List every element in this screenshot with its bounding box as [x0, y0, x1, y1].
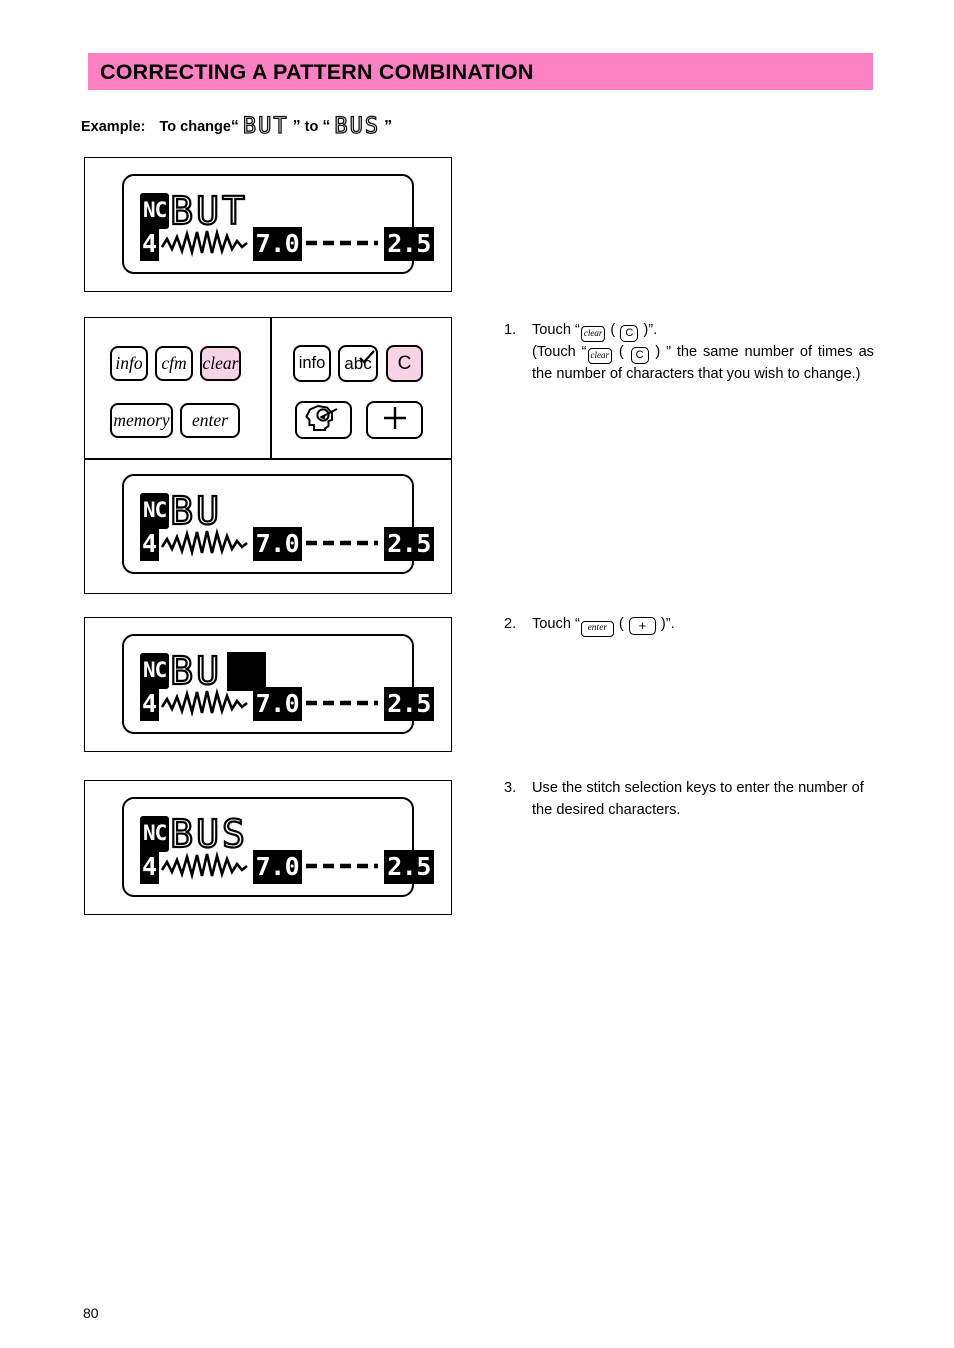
instruction-3: 3. Use the stitch selection keys to ente…	[504, 778, 876, 821]
page-title: CORRECTING A PATTERN COMBINATION	[100, 60, 534, 84]
instruction-text-2: (Touch “	[532, 344, 587, 360]
lcd-status-row-3: 4 7.0 2.5	[140, 686, 434, 722]
instruction-2: 2. Touch “enter ( + )”.	[504, 614, 874, 637]
key-label: cfm	[161, 352, 187, 373]
minikey-enter[interactable]: enter	[580, 620, 614, 637]
example-label: Example:	[81, 119, 146, 135]
key-label: info	[115, 352, 143, 373]
check-mark-icon	[359, 350, 376, 369]
stitch-width-value: 7.0	[252, 527, 303, 561]
dashed-line-icon	[304, 235, 382, 253]
open-quote-2: “	[322, 118, 331, 135]
keypad-divider	[270, 317, 272, 459]
zigzag-stitch-icon	[160, 685, 252, 724]
example-text-before: To change	[159, 119, 231, 135]
key-cfm[interactable]: cfm	[155, 346, 193, 381]
key-enter[interactable]: enter	[180, 403, 240, 438]
key-label: memory	[113, 409, 170, 430]
lcd-screen-bus: NC BUS 4 7.0 2.5	[122, 797, 434, 897]
key-label: info	[298, 354, 326, 373]
minikey-c[interactable]: C	[620, 325, 639, 342]
zigzag-stitch-icon	[160, 225, 252, 264]
instruction-body: Touch “enter ( + )”.	[532, 614, 874, 637]
key-label: enter	[192, 409, 228, 430]
stitch-number-value: 4	[140, 227, 159, 261]
key-label: clear	[202, 352, 239, 373]
lcd-status-row-4: 4 7.0 2.5	[140, 849, 434, 885]
minikey-c-2[interactable]: C	[630, 347, 649, 364]
dashed-line-icon	[304, 695, 382, 713]
example-line: Example: To change “ BUT ” to “ BUS ”	[81, 112, 393, 139]
instruction-number: 1.	[504, 322, 517, 338]
lcd-screen-but: NC BUT 4 7.0 2.5	[122, 174, 434, 274]
head-needle-icon	[304, 404, 344, 436]
stitch-number-value: 4	[140, 527, 159, 561]
lcd-status-row-1: 4 7.0 2.5	[140, 226, 434, 262]
minikey-clear-2[interactable]: clear	[587, 347, 613, 364]
paren-open: (	[618, 616, 624, 632]
stitch-number-value: 4	[140, 850, 159, 884]
key-label: C	[397, 353, 412, 374]
stitch-width-value: 7.0	[252, 227, 303, 261]
instruction-number: 3.	[504, 780, 517, 796]
instruction-text-end: ”.	[648, 322, 658, 338]
stitch-length-value: 2.5	[384, 687, 434, 721]
instruction-1: 1. Touch “clear ( C )”. (Touch “clear ( …	[504, 320, 874, 386]
close-quote-2: ”	[384, 118, 393, 135]
open-quote-1: “	[230, 118, 239, 135]
instruction-body-2: (Touch “clear ( C ) ” the same number of…	[532, 344, 874, 382]
stitch-width-value: 7.0	[252, 850, 303, 884]
lcd-screen-bu-cursor: NC BU 4 7.0 2.5	[122, 634, 434, 734]
close-quote-1: ”	[292, 118, 301, 135]
stitch-number-value: 4	[140, 687, 159, 721]
page-number: 80	[83, 1305, 99, 1321]
lcd-status-row-2: 4 7.0 2.5	[140, 526, 434, 562]
example-to-word: BUS	[334, 113, 381, 139]
key-memory[interactable]: memory	[110, 403, 173, 438]
key-plus[interactable]	[366, 401, 423, 439]
instruction-body: Touch “clear ( C )”.	[532, 320, 874, 342]
example-from-word: BUT	[242, 113, 289, 139]
key-clear-c[interactable]: C	[386, 345, 423, 382]
instruction-body: Use the stitch selection keys to enter t…	[532, 780, 864, 818]
minikey-plus[interactable]: +	[628, 617, 656, 635]
instruction-number: 2.	[504, 616, 517, 632]
paren-open: (	[610, 322, 616, 338]
stitch-length-value: 2.5	[384, 227, 434, 261]
dashed-line-icon	[304, 535, 382, 553]
dashed-line-icon	[304, 858, 382, 876]
key-abc-check[interactable]: abc	[338, 345, 378, 382]
lcd-screen-bu: NC BU 4 7.0 2.5	[122, 474, 434, 574]
zigzag-stitch-icon	[160, 525, 252, 564]
example-connector: to	[304, 119, 319, 135]
stitch-length-value: 2.5	[384, 527, 434, 561]
stitch-length-value: 2.5	[384, 850, 434, 884]
key-info-right[interactable]: info	[293, 345, 331, 382]
instruction-text: Touch “	[532, 616, 580, 632]
key-head-needle[interactable]	[295, 401, 352, 439]
minikey-clear[interactable]: clear	[580, 325, 606, 342]
zigzag-stitch-icon	[160, 848, 252, 887]
stitch-width-value: 7.0	[252, 687, 303, 721]
plus-icon	[382, 405, 408, 435]
instruction-text-end: ”.	[665, 616, 675, 632]
instruction-text: Touch “	[532, 322, 580, 338]
key-clear[interactable]: clear	[200, 346, 241, 381]
key-info-left[interactable]: info	[110, 346, 148, 381]
